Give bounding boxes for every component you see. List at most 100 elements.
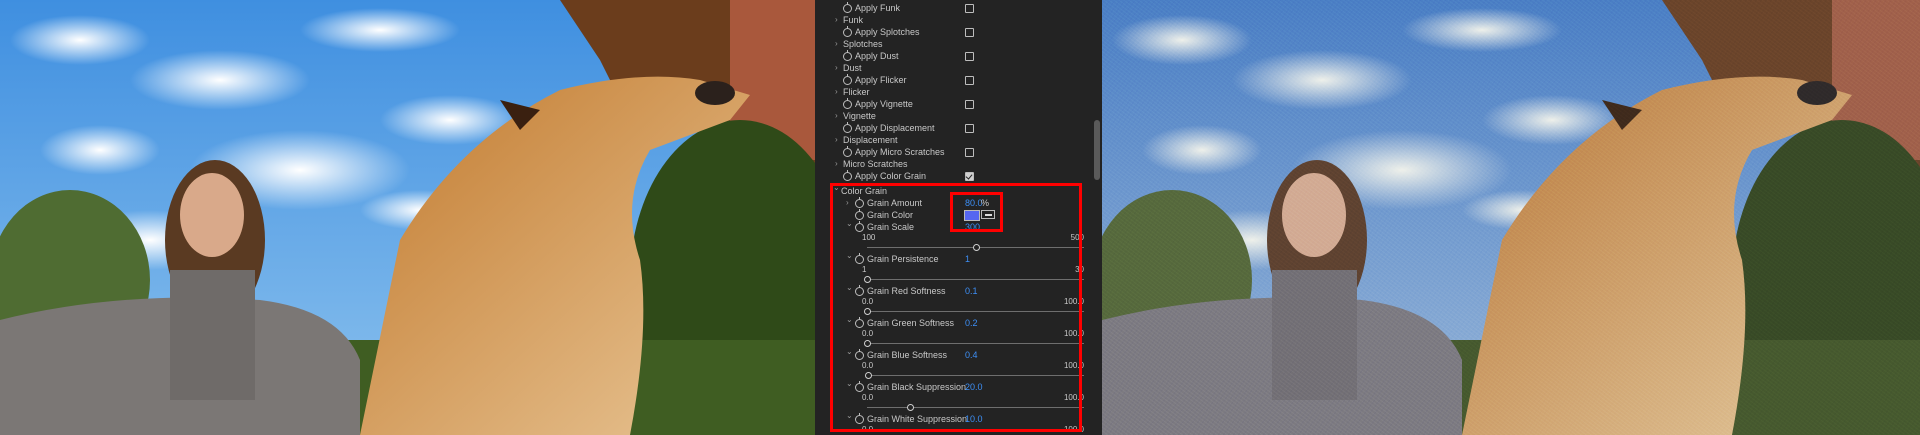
grain-red-softness-slider-thumb[interactable] (864, 308, 872, 315)
grain-green-softness-value[interactable]: 0.2 (965, 317, 978, 329)
chevron-right-icon[interactable]: › (835, 38, 838, 50)
stopwatch-icon[interactable] (855, 381, 864, 392)
chevron-right-icon[interactable]: › (835, 62, 838, 74)
grain-blue-softness-row: ⌄ Grain Blue Softness 0.4 (815, 346, 1090, 361)
effect-checkbox[interactable] (965, 4, 974, 13)
chevron-right-icon[interactable]: › (835, 158, 838, 170)
chevron-down-icon[interactable]: ⌄ (846, 282, 853, 294)
stopwatch-icon[interactable] (843, 146, 852, 157)
grain-blue-softness-slider-thumb[interactable] (864, 372, 872, 379)
grain-green-softness-min: 0.0 (862, 329, 874, 338)
color-grain-section-row[interactable]: ⌄ Color Grain (815, 182, 1090, 197)
stopwatch-icon[interactable] (855, 285, 864, 296)
eyedropper-icon[interactable] (981, 210, 995, 219)
grain-scale-range: 100 500 (815, 233, 1090, 243)
stopwatch-icon[interactable] (843, 26, 852, 37)
grain-persistence-min: 1 (862, 265, 867, 274)
effect-checkbox[interactable] (965, 172, 974, 181)
grain-persistence-value[interactable]: 1 (965, 253, 970, 265)
grain-blue-softness-max: 100.0 (1063, 361, 1084, 370)
effect-section-label: Flicker (843, 87, 870, 97)
effect-checkbox[interactable] (965, 76, 974, 85)
grain-scale-max: 500 (1070, 233, 1084, 242)
stopwatch-icon[interactable] (855, 349, 864, 360)
grain-black-suppression-row: ⌄ Grain Black Suppression 20.0 (815, 378, 1090, 393)
grain-scale-row: ⌄ Grain Scale 300 (815, 218, 1090, 233)
effect-checkbox-row: Apply Color Grain (815, 170, 1090, 182)
chevron-down-icon[interactable]: ⌄ (846, 250, 853, 262)
stopwatch-icon[interactable] (843, 98, 852, 109)
grain-color-swatch[interactable] (964, 210, 980, 221)
grain-black-suppression-slider[interactable] (867, 404, 1084, 411)
effect-section-label: Vignette (843, 111, 876, 121)
stopwatch-icon[interactable] (843, 170, 852, 181)
effect-checkbox[interactable] (965, 148, 974, 157)
grain-red-softness-slider[interactable] (864, 308, 1084, 315)
grain-amount-value[interactable]: 80.0 (965, 197, 983, 209)
effect-section-row[interactable]: › Displacement (815, 134, 1090, 146)
stopwatch-icon[interactable] (855, 317, 864, 328)
grain-green-softness-max: 100.0 (1063, 329, 1084, 338)
grain-red-softness-value[interactable]: 0.1 (965, 285, 978, 297)
effect-controls-panel: Apply Funk › Funk Apply Splotches › Splotches… (815, 0, 1102, 435)
chevron-right-icon[interactable]: › (846, 197, 849, 209)
effect-checkbox-label: Apply Color Grain (855, 171, 927, 181)
grain-green-softness-slider[interactable] (864, 340, 1084, 347)
effect-checkbox[interactable] (965, 100, 974, 109)
color-grain-section-label: Color Grain (841, 186, 888, 196)
chevron-down-icon[interactable]: ⌄ (846, 378, 853, 390)
effect-checkbox[interactable] (965, 124, 974, 133)
chevron-down-icon[interactable]: ⌄ (846, 346, 853, 358)
effect-checkbox-label: Apply Displacement (855, 123, 935, 133)
effect-section-row[interactable]: › Dust (815, 62, 1090, 74)
stopwatch-icon[interactable] (855, 253, 864, 264)
grain-green-softness-slider-thumb[interactable] (864, 340, 872, 347)
chevron-down-icon[interactable]: ⌄ (846, 410, 853, 422)
chevron-right-icon[interactable]: › (835, 134, 838, 146)
grain-green-softness-range: 0.0 100.0 (815, 329, 1090, 339)
chevron-right-icon[interactable]: › (835, 14, 838, 26)
stopwatch-icon[interactable] (843, 74, 852, 85)
grain-scale-value[interactable]: 300 (965, 221, 980, 233)
stopwatch-icon[interactable] (855, 197, 864, 208)
stopwatch-icon[interactable] (843, 122, 852, 133)
panel-scrollbar[interactable] (1094, 120, 1100, 180)
grain-black-suppression-value[interactable]: 20.0 (965, 381, 983, 393)
grain-black-suppression-slider-thumb[interactable] (907, 404, 915, 411)
effect-checkbox-label: Apply Dust (855, 51, 899, 61)
effect-section-row[interactable]: › Splotches (815, 38, 1090, 50)
effect-section-row[interactable]: › Flicker (815, 86, 1090, 98)
grain-persistence-slider-thumb[interactable] (864, 276, 871, 283)
original-preview-image (0, 0, 815, 435)
effect-checkbox-row: Apply Displacement (815, 122, 1090, 134)
grain-white-suppression-label: Grain White Suppression (867, 414, 968, 424)
effect-section-row[interactable]: › Micro Scratches (815, 158, 1090, 170)
effect-checkbox-label: Apply Flicker (855, 75, 907, 85)
grain-blue-softness-value[interactable]: 0.4 (965, 349, 978, 361)
effect-section-row[interactable]: › Funk (815, 14, 1090, 26)
stopwatch-icon[interactable] (855, 221, 864, 232)
grain-persistence-range: 1 30 (815, 265, 1090, 275)
chevron-right-icon[interactable]: › (835, 86, 838, 98)
stopwatch-icon[interactable] (855, 413, 864, 424)
effect-checkbox[interactable] (965, 28, 974, 37)
grain-scale-slider-thumb[interactable] (972, 244, 980, 251)
chevron-down-icon[interactable]: ⌄ (833, 182, 840, 194)
chevron-down-icon[interactable]: ⌄ (846, 314, 853, 326)
grain-blue-softness-slider[interactable] (864, 372, 1084, 379)
effect-section-row[interactable]: › Vignette (815, 110, 1090, 122)
chevron-right-icon[interactable]: › (835, 110, 838, 122)
grain-scale-slider[interactable] (867, 244, 1084, 251)
stopwatch-icon[interactable] (843, 50, 852, 61)
grain-scale-min: 100 (862, 233, 876, 242)
grain-persistence-slider[interactable] (864, 276, 1084, 283)
grain-white-suppression-value[interactable]: 10.0 (965, 413, 983, 425)
grain-green-softness-label: Grain Green Softness (867, 318, 955, 328)
effect-checkbox-row: Apply Splotches (815, 26, 1090, 38)
grain-white-suppression-min: 0.0 (862, 425, 874, 434)
effect-section-label: Funk (843, 15, 864, 25)
stopwatch-icon[interactable] (843, 2, 852, 13)
stopwatch-icon[interactable] (855, 209, 864, 220)
chevron-down-icon[interactable]: ⌄ (846, 218, 853, 230)
effect-checkbox[interactable] (965, 52, 974, 61)
